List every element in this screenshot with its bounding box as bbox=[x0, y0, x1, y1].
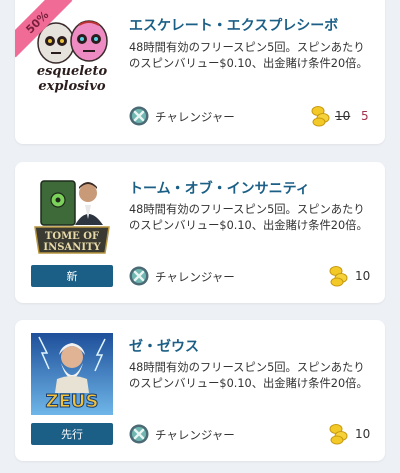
level-label: チャレンジャー bbox=[155, 428, 235, 442]
coins-icon bbox=[311, 106, 330, 127]
game-thumbnail-zeus[interactable]: ZEUS bbox=[31, 333, 113, 415]
price: 10 bbox=[355, 269, 371, 283]
svg-text:ZEUS: ZEUS bbox=[46, 391, 99, 412]
tag-label: 新 bbox=[66, 270, 78, 283]
coins-icon bbox=[329, 424, 348, 445]
sale-price: 5 bbox=[361, 109, 369, 123]
level-label: チャレンジャー bbox=[155, 110, 235, 124]
shop-card-zeus[interactable]: ZEUS ゼ・ゼウス 48時間有効のフリースピン5回。スピンあたりのスピンバリュ… bbox=[15, 320, 385, 461]
game-description: 48時間有効のフリースピン5回。スピンあたりのスピンバリュー$0.10、出金賭け… bbox=[129, 41, 368, 70]
coins-icon bbox=[329, 266, 348, 287]
tag-label: 先行 bbox=[61, 428, 83, 441]
challenger-level-icon bbox=[129, 424, 149, 444]
new-tag-button[interactable]: 新 bbox=[31, 265, 113, 287]
tome-of-insanity-game-art: TOME OF INSANITY bbox=[31, 175, 113, 257]
svg-text:explosivo: explosivo bbox=[38, 79, 106, 94]
early-access-tag-button[interactable]: 先行 bbox=[31, 423, 113, 445]
original-price: 10 bbox=[335, 109, 351, 123]
svg-text:TOME OF: TOME OF bbox=[45, 231, 99, 242]
shop-card-tome-of-insanity[interactable]: TOME OF INSANITY トーム・オブ・インサニティ 48時間有効のフリ… bbox=[15, 162, 385, 303]
card-footer: チャレンジャー 10 5 bbox=[15, 104, 385, 130]
svg-text:esqueleto: esqueleto bbox=[37, 64, 108, 79]
challenger-level-icon bbox=[129, 106, 149, 126]
game-description: 48時間有効のフリースピン5回。スピンあたりのスピンバリュー$0.10、出金賭け… bbox=[129, 203, 368, 232]
card-footer: 先行 チャレンジャー 10 bbox=[15, 422, 385, 448]
game-title[interactable]: トーム・オブ・インサニティ bbox=[129, 178, 310, 198]
challenger-level-icon bbox=[129, 266, 149, 286]
svg-text:INSANITY: INSANITY bbox=[43, 242, 101, 253]
game-description: 48時間有効のフリースピン5回。スピンあたりのスピンバリュー$0.10、出金賭け… bbox=[129, 361, 368, 390]
price: 10 bbox=[355, 427, 371, 441]
level-label: チャレンジャー bbox=[155, 270, 235, 284]
card-footer: 新 チャレンジャー 10 bbox=[15, 264, 385, 290]
game-thumbnail-tome[interactable]: TOME OF INSANITY bbox=[31, 175, 113, 257]
shop-card-esqueleto[interactable]: 50% esqueleto explosivo エスケレート・エクスプレシーボ … bbox=[15, 0, 385, 144]
zeus-game-art: ZEUS bbox=[31, 333, 113, 415]
game-title[interactable]: ゼ・ゼウス bbox=[129, 336, 199, 356]
game-title[interactable]: エスケレート・エクスプレシーボ bbox=[129, 15, 338, 35]
